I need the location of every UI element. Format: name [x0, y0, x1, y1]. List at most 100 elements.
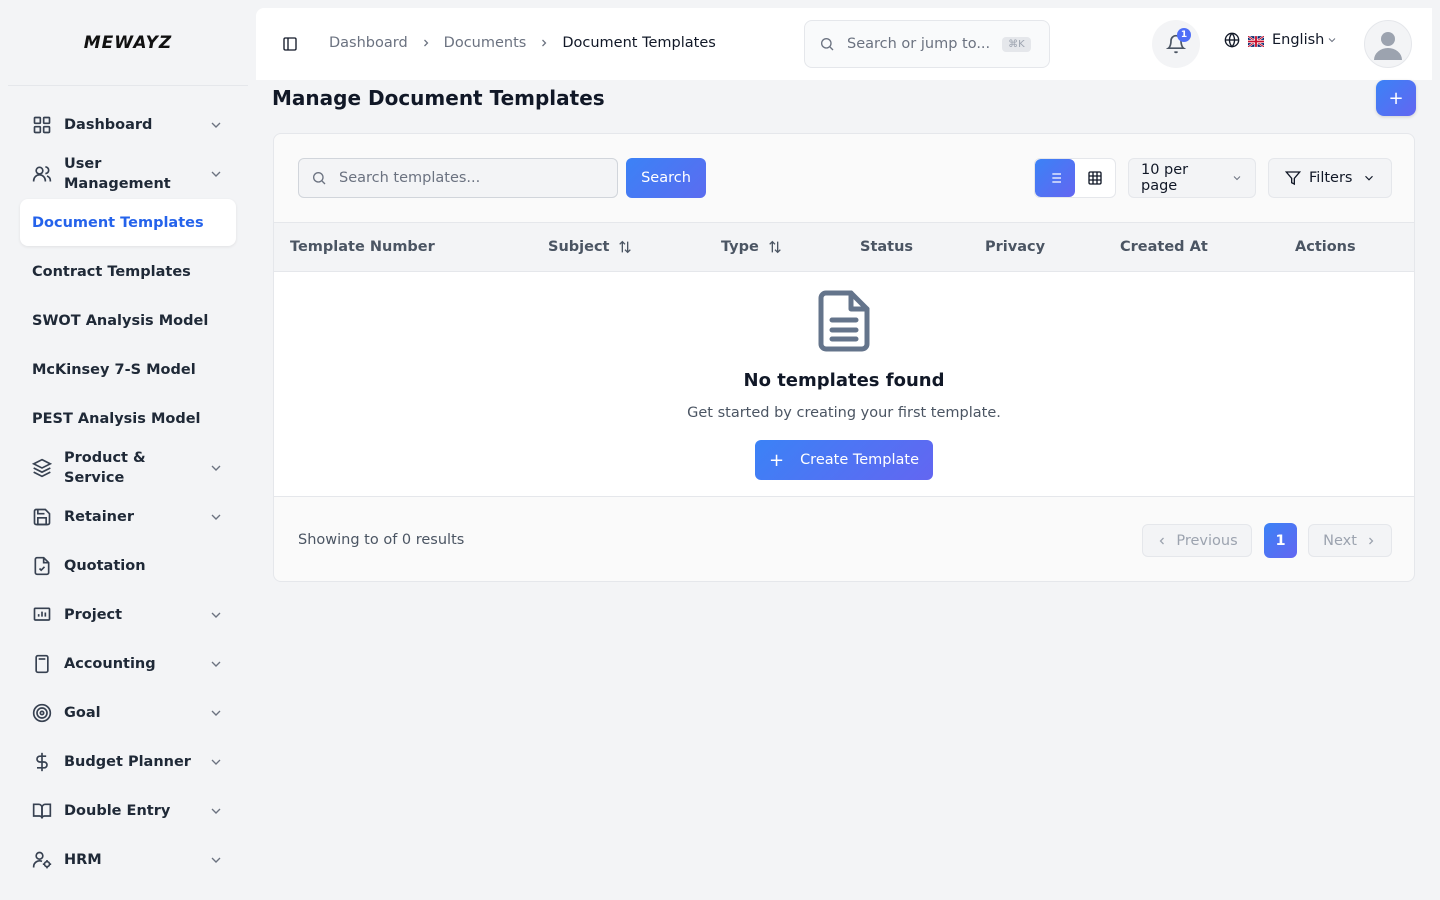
sidebar-item-retainer[interactable]: Retainer — [20, 492, 236, 541]
calculator-icon — [32, 654, 52, 674]
sidebar-item-pest-analysis[interactable]: PEST Analysis Model — [20, 394, 236, 443]
table-body: No templates found Get started by creati… — [274, 272, 1414, 497]
brand-logo-text: MEWAYZ — [83, 32, 173, 53]
sidebar-item-project[interactable]: Project — [20, 590, 236, 639]
chevron-down-icon — [208, 656, 224, 672]
search-shortcut: ⌘K — [1002, 36, 1031, 52]
chevron-down-icon — [208, 705, 224, 721]
sidebar-toggle-icon[interactable] — [282, 36, 298, 52]
dollar-icon — [32, 752, 52, 772]
empty-state-title: No templates found — [743, 370, 945, 391]
sidebar-item-dashboard[interactable]: Dashboard — [20, 100, 236, 149]
breadcrumb-documents[interactable]: Documents — [444, 35, 527, 51]
create-template-button[interactable]: + Create Template — [755, 440, 933, 480]
brand-logo[interactable]: MEWAYZ — [8, 0, 248, 86]
search-icon — [819, 36, 835, 52]
page-title: Manage Document Templates — [272, 86, 605, 110]
sidebar-item-swot-analysis[interactable]: SWOT Analysis Model — [20, 296, 236, 345]
target-icon — [32, 703, 52, 723]
sidebar-item-label: PEST Analysis Model — [32, 410, 201, 427]
column-type[interactable]: Type — [721, 239, 783, 255]
chevron-down-icon — [208, 607, 224, 623]
notifications-button[interactable]: 1 — [1152, 20, 1200, 68]
filters-label: Filters — [1309, 170, 1353, 186]
sidebar-item-label: Product & Service — [64, 449, 146, 486]
language-label: English — [1272, 32, 1325, 48]
table-header: Template Number Subject Type Status Priv… — [274, 222, 1414, 272]
add-template-button[interactable]: + — [1376, 80, 1416, 116]
view-toggle — [1034, 158, 1116, 198]
chevron-down-icon — [208, 166, 224, 182]
per-page-value: 10 per page — [1141, 162, 1189, 194]
column-actions: Actions — [1295, 239, 1356, 255]
filter-icon — [1285, 170, 1301, 186]
sidebar-item-user-management[interactable]: User Management — [20, 149, 236, 198]
save-icon — [32, 507, 52, 527]
avatar[interactable] — [1364, 20, 1412, 68]
template-search-input[interactable]: Search templates... — [298, 158, 618, 198]
per-page-select[interactable]: 10 per page — [1128, 158, 1256, 198]
language-selector[interactable]: English — [1224, 32, 1338, 48]
empty-state-subtitle: Get started by creating your first templ… — [687, 405, 1001, 421]
file-check-icon — [32, 556, 52, 576]
global-search-input[interactable]: Search or jump to... ⌘K — [804, 20, 1050, 68]
chevron-down-icon — [1326, 34, 1338, 46]
globe-icon — [1224, 32, 1240, 48]
presentation-icon — [32, 605, 52, 625]
grid-view-button[interactable] — [1075, 159, 1115, 197]
chevron-down-icon — [208, 852, 224, 868]
sidebar-item-product-service[interactable]: Product & Service — [20, 443, 236, 492]
global-search-placeholder: Search or jump to... — [847, 36, 991, 52]
sidebar-item-hrm[interactable]: HRM — [20, 835, 236, 884]
sidebar-item-document-templates[interactable]: Document Templates — [20, 199, 236, 246]
breadcrumb-dashboard[interactable]: Dashboard — [329, 35, 408, 51]
grid-icon — [32, 115, 52, 135]
chevron-down-icon — [208, 460, 224, 476]
sidebar-item-label: User Management — [64, 155, 171, 192]
uk-flag-icon — [1247, 34, 1265, 48]
sidebar-item-accounting[interactable]: Accounting — [20, 639, 236, 688]
previous-label: Previous — [1176, 532, 1238, 549]
next-label: Next — [1323, 532, 1357, 549]
next-page-button[interactable]: Next — [1308, 524, 1392, 557]
sidebar-item-label: McKinsey 7-S Model — [32, 361, 196, 378]
search-icon — [311, 170, 327, 186]
sidebar: MEWAYZ Dashboard User Management Documen… — [0, 0, 256, 900]
pagination-summary: Showing to of 0 results — [298, 532, 465, 548]
sidebar-item-quotation[interactable]: Quotation — [20, 541, 236, 590]
chevron-right-icon — [538, 37, 550, 49]
search-button[interactable]: Search — [626, 158, 706, 198]
top-bar: Dashboard Documents Document Templates S… — [256, 8, 1432, 80]
column-created-at: Created At — [1120, 239, 1208, 255]
user-cog-icon — [32, 850, 52, 870]
breadcrumb-current: Document Templates — [562, 35, 716, 51]
sidebar-item-goal[interactable]: Goal — [20, 688, 236, 737]
sidebar-item-label: Document Templates — [32, 214, 204, 231]
column-status: Status — [860, 239, 914, 255]
sidebar-item-label: Contract Templates — [32, 263, 191, 280]
chevron-down-icon — [208, 117, 224, 133]
chevron-down-icon — [208, 509, 224, 525]
sidebar-item-double-entry[interactable]: Double Entry — [20, 786, 236, 835]
sidebar-item-label: Dashboard — [64, 116, 153, 133]
sidebar-item-label: SWOT Analysis Model — [32, 312, 209, 329]
previous-page-button[interactable]: Previous — [1142, 524, 1252, 557]
filters-button[interactable]: Filters — [1268, 158, 1392, 198]
table-icon — [1088, 171, 1102, 185]
notification-count-badge: 1 — [1177, 28, 1191, 42]
sidebar-item-mckinsey-7s[interactable]: McKinsey 7-S Model — [20, 345, 236, 394]
document-icon — [818, 290, 870, 352]
breadcrumb: Dashboard Documents Document Templates — [329, 35, 716, 51]
sidebar-item-contract-templates[interactable]: Contract Templates — [20, 247, 236, 296]
list-view-button[interactable] — [1035, 159, 1075, 197]
chevron-down-icon — [208, 803, 224, 819]
page-1-button[interactable]: 1 — [1264, 523, 1297, 558]
sidebar-nav: Dashboard User Management Document Templ… — [0, 86, 256, 884]
sidebar-item-label: Budget Planner — [64, 753, 191, 770]
list-icon — [1049, 173, 1061, 183]
sidebar-item-budget-planner[interactable]: Budget Planner — [20, 737, 236, 786]
sidebar-item-label: Project — [64, 606, 123, 623]
column-subject[interactable]: Subject — [548, 239, 633, 255]
chevron-down-icon — [1231, 172, 1243, 184]
template-search-placeholder: Search templates... — [339, 170, 481, 186]
